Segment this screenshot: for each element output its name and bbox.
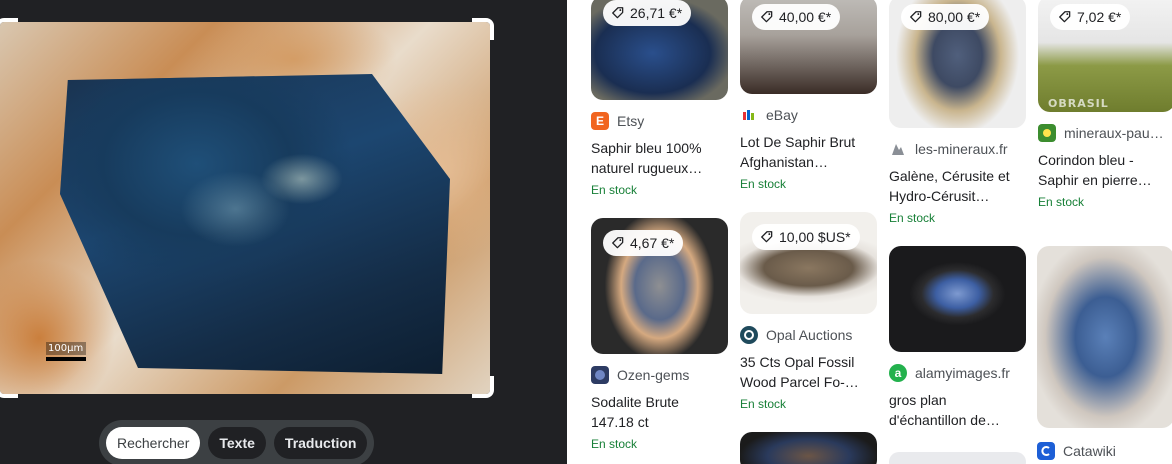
source-name: eBay [766, 107, 798, 123]
price-badge: 26,71 €* [603, 0, 692, 26]
price-badge: 10,00 $US* [752, 224, 860, 250]
source-name: les-mineraux.fr [915, 141, 1008, 157]
visual-matches-grid: 26,71 €* E Etsy Saphir bleu 100% naturel… [567, 0, 1172, 464]
ozen-gems-favicon-icon [591, 366, 609, 384]
crop-handle-bottom-left[interactable] [0, 376, 18, 398]
result-source[interactable]: Catawiki [1037, 440, 1172, 462]
result-card[interactable]: 80,00 €* les-mineraux.fr Galène, Cérusit… [889, 0, 1029, 228]
crop-area[interactable]: 100µm [0, 18, 494, 398]
mineraux-favicon-icon [1038, 124, 1056, 142]
scale-bar-label: 100µm [46, 342, 86, 355]
price-badge: 4,67 €* [603, 230, 684, 256]
price-label: 26,71 €* [630, 5, 683, 21]
result-thumbnail[interactable]: 26,71 €* [591, 0, 728, 100]
text-mode-button[interactable]: Texte [208, 427, 266, 459]
result-card[interactable]: 4,67 €* Ozen-gems Sodalite Brute 147.18 … [591, 218, 731, 454]
sapphire-crystal [60, 74, 450, 374]
stock-status: En stock [1038, 195, 1085, 209]
result-source[interactable]: E Etsy [591, 110, 731, 132]
price-label: 7,02 €* [1077, 9, 1122, 25]
price-tag-icon [910, 11, 922, 23]
etsy-favicon-icon: E [591, 112, 609, 130]
result-thumbnail[interactable]: 4,67 €* [591, 218, 728, 354]
result-title[interactable]: gros plan d'échantillon de… [889, 390, 1014, 430]
image-watermark: OBRASIL [1048, 97, 1109, 110]
price-tag-icon [761, 11, 773, 23]
stock-status: En stock [740, 177, 787, 191]
price-label: 10,00 $US* [779, 229, 851, 245]
result-card[interactable] [889, 452, 1029, 464]
price-tag-icon [761, 231, 773, 243]
result-card[interactable]: Catawiki [1037, 246, 1172, 462]
price-label: 80,00 €* [928, 9, 981, 25]
result-source[interactable]: Opal Auctions [740, 324, 880, 346]
price-badge: 40,00 €* [752, 4, 841, 30]
crop-handle-top-left[interactable] [0, 18, 18, 40]
result-thumbnail[interactable]: 80,00 €* [889, 0, 1026, 128]
result-title[interactable]: Corindon bleu - Saphir en pierre… [1038, 150, 1163, 190]
result-card[interactable] [740, 432, 880, 464]
source-name: mineraux-pau… [1064, 125, 1164, 141]
price-badge: 80,00 €* [901, 4, 990, 30]
translate-mode-button[interactable]: Traduction [273, 427, 368, 459]
result-card[interactable]: 26,71 €* E Etsy Saphir bleu 100% naturel… [591, 0, 731, 200]
result-source[interactable]: mineraux-pau… [1038, 122, 1172, 144]
result-title[interactable]: Lot De Saphir Brut Afghanistan… [740, 132, 865, 172]
result-thumbnail[interactable] [740, 432, 877, 464]
source-name: Ozen-gems [617, 367, 690, 383]
result-thumbnail[interactable]: 40,00 €* [740, 0, 877, 94]
les-mineraux-favicon-icon [889, 140, 907, 158]
crop-handle-bottom-right[interactable] [472, 376, 494, 398]
result-source[interactable]: Ozen-gems [591, 364, 731, 386]
catawiki-favicon-icon [1037, 442, 1055, 460]
price-tag-icon [1059, 11, 1071, 23]
ebay-favicon-icon [740, 106, 758, 124]
result-source[interactable]: a alamyimages.fr [889, 362, 1029, 384]
price-tag-icon [612, 237, 624, 249]
result-title[interactable]: Galène, Cérusite et Hydro-Cérusit… [889, 166, 1014, 206]
result-card[interactable]: 10,00 $US* Opal Auctions 35 Cts Opal Fos… [740, 212, 880, 414]
result-card[interactable]: 7,02 €* OBRASIL mineraux-pau… Corindon b… [1038, 0, 1172, 212]
opal-auctions-favicon-icon [740, 326, 758, 344]
source-name: Etsy [617, 113, 645, 129]
price-label: 40,00 €* [779, 9, 832, 25]
result-title[interactable]: 35 Cts Opal Fossil Wood Parcel Fo-… [740, 352, 865, 392]
result-thumbnail[interactable]: 10,00 $US* [740, 212, 877, 314]
alamy-favicon-icon: a [889, 364, 907, 382]
stock-status: En stock [591, 183, 638, 197]
result-thumbnail[interactable]: 7,02 €* OBRASIL [1038, 0, 1172, 112]
result-card[interactable]: a alamyimages.fr gros plan d'échantillon… [889, 246, 1029, 430]
result-thumbnail[interactable] [889, 246, 1026, 352]
stock-status: En stock [889, 211, 936, 225]
result-title[interactable]: Sodalite Brute 147.18 ct [591, 392, 716, 432]
scale-bar: 100µm [46, 342, 86, 361]
mode-toggle: Rechercher Texte Traduction [99, 420, 375, 464]
source-name: alamyimages.fr [915, 365, 1010, 381]
price-badge: 7,02 €* [1050, 4, 1131, 30]
image-preview-pane: 100µm Rechercher Texte Traduction [0, 0, 567, 464]
stock-status: En stock [740, 397, 787, 411]
result-card[interactable]: 40,00 €* eBay Lot De Saphir Brut Afghani… [740, 0, 880, 194]
uploaded-image: 100µm [0, 22, 490, 394]
price-label: 4,67 €* [630, 235, 675, 251]
price-tag-icon [612, 7, 624, 19]
scale-bar-line [46, 357, 86, 361]
search-mode-button[interactable]: Rechercher [106, 427, 201, 459]
result-source[interactable]: eBay [740, 104, 880, 126]
result-title[interactable]: Saphir bleu 100% naturel rugueux… [591, 138, 716, 178]
source-name: Opal Auctions [766, 327, 853, 343]
source-name: Catawiki [1063, 443, 1116, 459]
result-thumbnail[interactable] [889, 452, 1026, 464]
result-source[interactable]: les-mineraux.fr [889, 138, 1029, 160]
crop-handle-top-right[interactable] [472, 18, 494, 40]
result-thumbnail[interactable] [1037, 246, 1172, 428]
stock-status: En stock [591, 437, 638, 451]
